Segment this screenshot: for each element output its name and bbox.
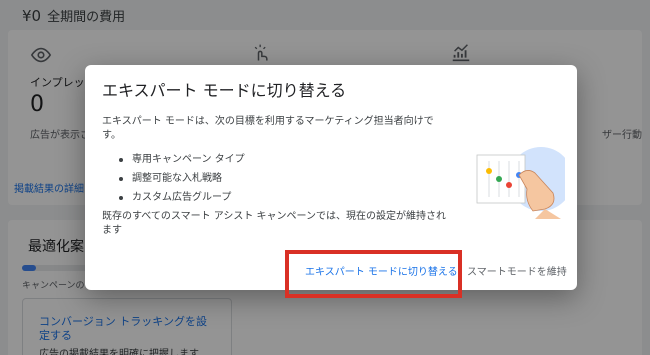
- dialog-note: 既存のすべてのスマート アシスト キャンペーンでは、現在の設定が維持されます: [102, 211, 447, 236]
- list-item: 専用キャンペーン タイプ: [119, 150, 245, 169]
- settings-sliders-illustration: [476, 147, 565, 219]
- list-item: カスタム広告グループ: [119, 188, 245, 207]
- annotation-highlight: [285, 250, 462, 298]
- dialog-intro: エキスパート モードは、次の目標を利用するマーケティング担当者向けです。: [102, 116, 434, 141]
- keep-smart-mode-button[interactable]: スマートモードを維持: [467, 263, 567, 278]
- feature-list: 専用キャンペーン タイプ 調整可能な入札戦略 カスタム広告グループ: [119, 150, 245, 207]
- dialog-title: エキスパート モードに切り替える: [102, 81, 347, 100]
- list-item: 調整可能な入札戦略: [119, 169, 245, 188]
